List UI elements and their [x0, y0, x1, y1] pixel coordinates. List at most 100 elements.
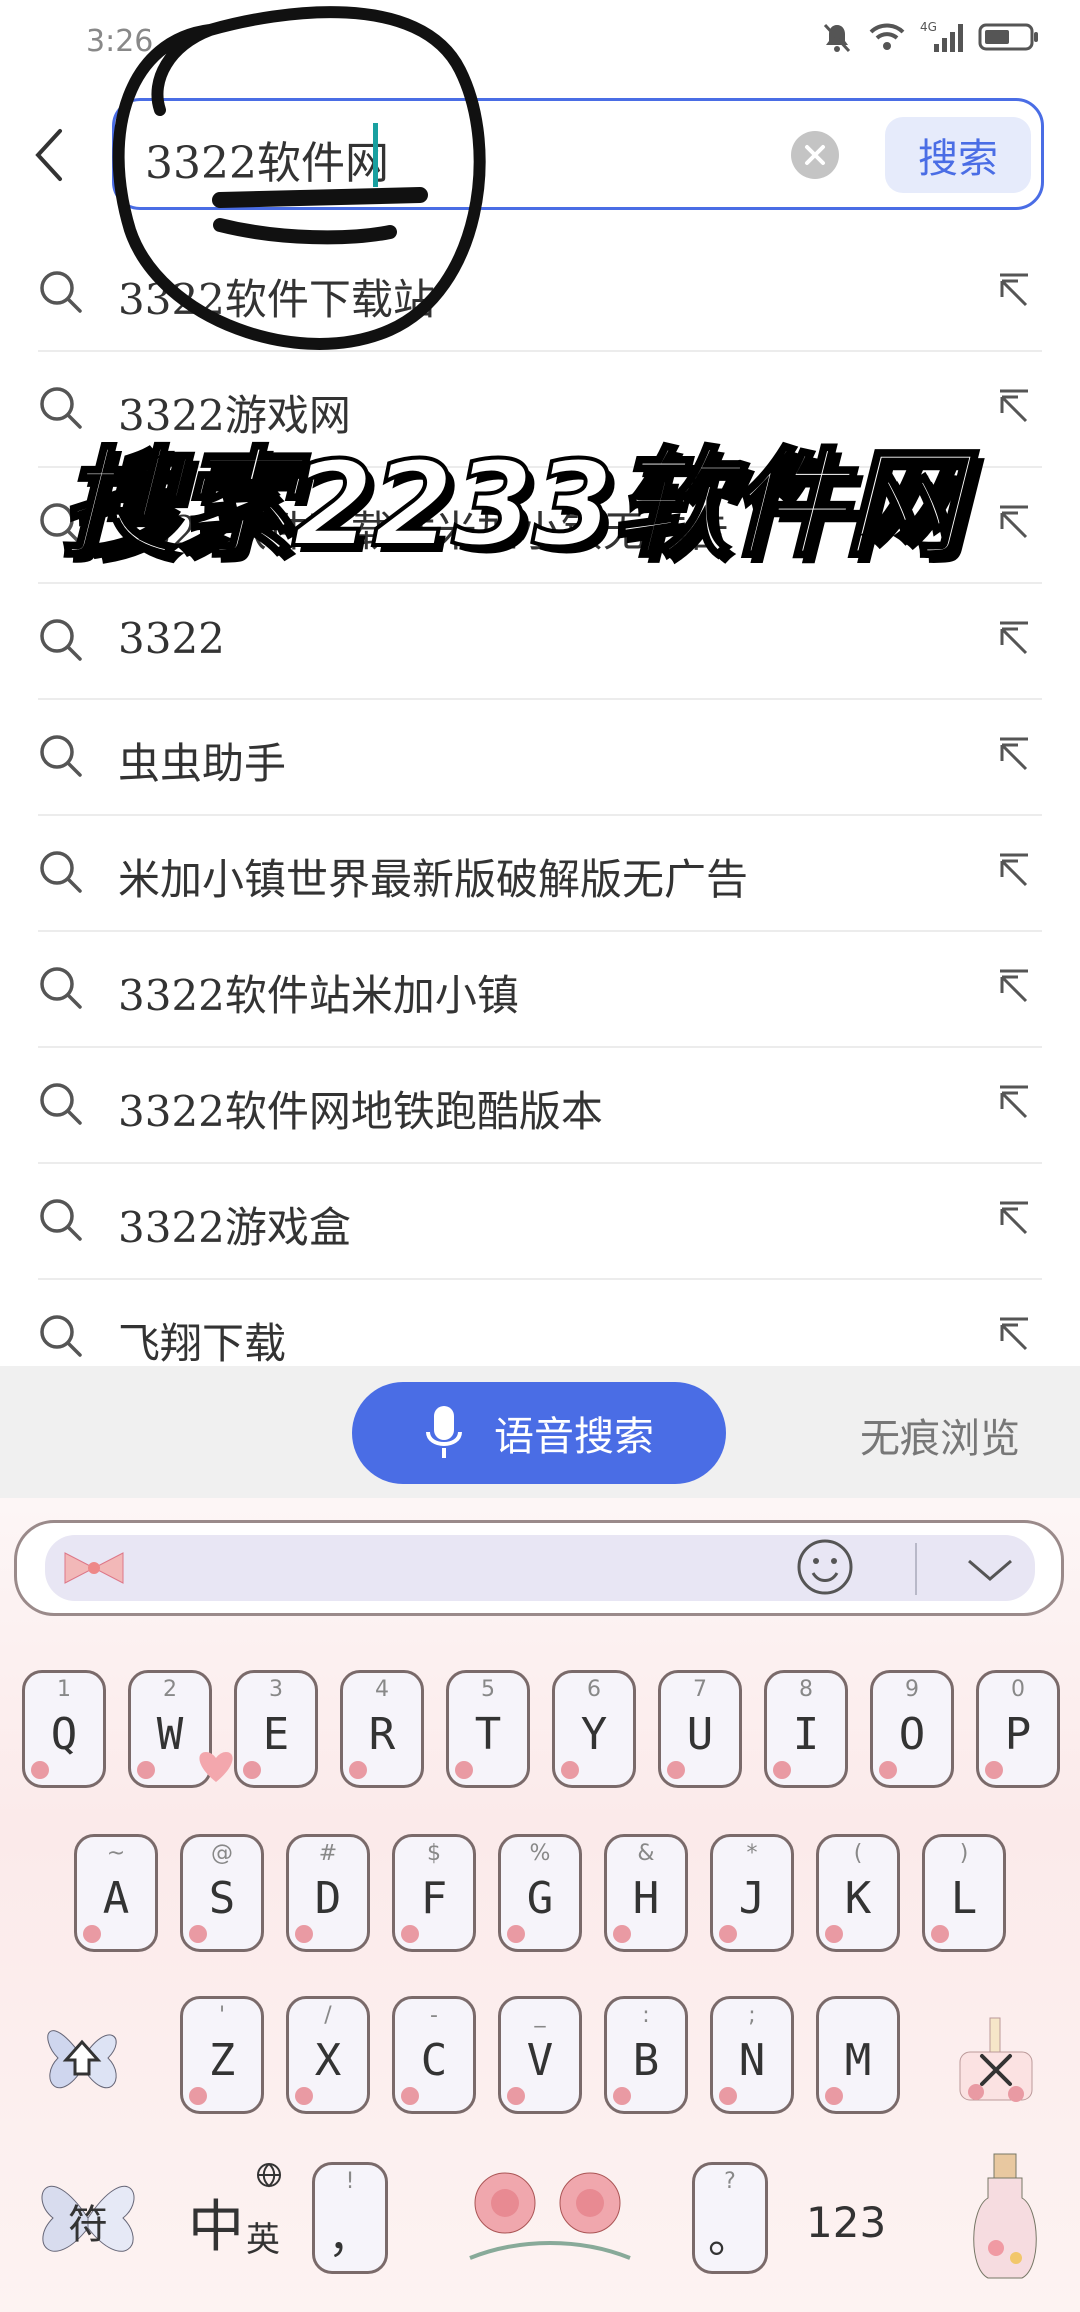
key-z[interactable]: ' Z	[180, 1996, 264, 2114]
key-s[interactable]: @ S	[180, 1834, 264, 1952]
suggestion-item[interactable]: 3322游戏盒	[38, 1164, 1042, 1280]
shift-key[interactable]	[38, 1998, 128, 2118]
numbers-key[interactable]: 123	[800, 2158, 910, 2278]
rose-decoration	[349, 1761, 367, 1779]
language-switch-key[interactable]: 中 英	[178, 2158, 298, 2278]
key-label: P	[1004, 1709, 1032, 1760]
suggestion-text: 3322软件网地铁跑酷版本	[118, 1087, 603, 1136]
suggestion-item[interactable]: 3322软件站米加小镇	[38, 932, 1042, 1048]
arrow-up-left-icon[interactable]	[992, 271, 1032, 311]
delete-key[interactable]	[946, 1998, 1046, 2118]
suggestion-item[interactable]: 米加小镇世界最新版破解版无广告	[38, 816, 1042, 932]
key-label: V	[526, 2035, 554, 2086]
rose-decoration	[507, 2087, 525, 2105]
key-j[interactable]: * J	[710, 1834, 794, 1952]
key-c[interactable]: -C	[392, 1996, 476, 2114]
heart-icon	[199, 1752, 233, 1782]
rose-decoration	[189, 1925, 207, 1943]
arrow-up-left-icon[interactable]	[992, 1083, 1032, 1123]
key-m[interactable]: M	[816, 1996, 900, 2114]
suggestion-item[interactable]: 3322	[38, 584, 1042, 700]
key-h[interactable]: & H	[604, 1834, 688, 1952]
voice-search-button[interactable]: 语音搜索	[352, 1382, 726, 1484]
rose-decoration	[83, 1925, 101, 1943]
key-label: S	[208, 1873, 236, 1924]
key-t[interactable]: 5T	[446, 1670, 530, 1788]
arrow-up-left-icon[interactable]	[992, 619, 1032, 659]
bow-icon	[64, 1552, 124, 1584]
key-i[interactable]: 8I	[764, 1670, 848, 1788]
key-d[interactable]: # D	[286, 1834, 370, 1952]
key-alt-label: /	[324, 2003, 332, 2028]
emoji-icon[interactable]	[795, 1537, 855, 1597]
comma-key-label: ，	[328, 2212, 372, 2263]
period-key[interactable]: ? 。	[692, 2162, 768, 2274]
key-o[interactable]: 9O	[870, 1670, 954, 1788]
search-icon	[40, 1199, 82, 1241]
rose-decoration	[295, 2087, 313, 2105]
key-alt-label: 3	[269, 1677, 283, 1702]
key-q[interactable]: 1Q	[22, 1670, 106, 1788]
key-k[interactable]: (K	[816, 1834, 900, 1952]
key-label: D	[314, 1873, 342, 1924]
key-alt-label: #	[318, 1841, 338, 1866]
key-label: H	[632, 1873, 660, 1924]
incognito-button[interactable]: 无痕浏览	[860, 1406, 1020, 1464]
comma-key-alt: !	[345, 2169, 355, 2194]
key-alt-label: *	[746, 1841, 758, 1866]
arrow-up-left-icon[interactable]	[992, 387, 1032, 427]
rose-decoration	[985, 1761, 1003, 1779]
key-u[interactable]: 7U	[658, 1670, 742, 1788]
rose-decoration	[31, 1761, 49, 1779]
key-label: C	[420, 2035, 448, 2086]
rose-decoration	[773, 1761, 791, 1779]
suggestion-item[interactable]: 虫虫助手	[38, 700, 1042, 816]
arrow-up-left-icon[interactable]	[992, 851, 1032, 891]
key-g[interactable]: % G	[498, 1834, 582, 1952]
key-f[interactable]: $ F	[392, 1834, 476, 1952]
arrow-up-left-icon[interactable]	[992, 503, 1032, 543]
rose-decoration	[401, 1925, 419, 1943]
key-y[interactable]: 6Y	[552, 1670, 636, 1788]
key-label: Z	[208, 2035, 236, 2086]
mute-icon	[823, 23, 851, 53]
rose-decoration	[719, 2087, 737, 2105]
key-label: O	[898, 1709, 926, 1760]
key-v[interactable]: _ V	[498, 1996, 582, 2114]
arrow-up-left-icon[interactable]	[992, 1199, 1032, 1239]
key-label: L	[950, 1873, 978, 1924]
key-alt-label: 1	[57, 1677, 71, 1702]
key-a[interactable]: ~ A	[74, 1834, 158, 1952]
search-icon	[40, 851, 82, 893]
comma-key[interactable]: ! ，	[312, 2162, 388, 2274]
rose-decoration	[189, 2087, 207, 2105]
rose-decoration	[613, 1925, 631, 1943]
key-label: F	[420, 1873, 448, 1924]
arrow-up-left-icon[interactable]	[992, 967, 1032, 1007]
suggestion-text: 3322游戏盒	[118, 1203, 351, 1252]
close-icon	[805, 145, 825, 165]
enter-key[interactable]	[960, 2148, 1050, 2288]
key-l[interactable]: ) L	[922, 1834, 1006, 1952]
search-button[interactable]: 搜索	[885, 117, 1031, 193]
key-x[interactable]: / X	[286, 1996, 370, 2114]
shift-arrow-icon	[62, 2039, 102, 2076]
suggestion-item[interactable]: 3322软件网地铁跑酷版本	[38, 1048, 1042, 1164]
arrow-up-left-icon[interactable]	[992, 1315, 1032, 1355]
space-key[interactable]	[450, 2148, 650, 2278]
scribble-annotation	[112, 6, 486, 350]
clear-search-button[interactable]	[791, 131, 839, 179]
key-e[interactable]: 3E	[234, 1670, 318, 1788]
key-b[interactable]: :B	[604, 1996, 688, 2114]
key-r[interactable]: 4R	[340, 1670, 424, 1788]
key-label: B	[632, 2035, 660, 2086]
numbers-key-label: 123	[806, 2198, 887, 2247]
symbol-key[interactable]: 符	[28, 2158, 148, 2278]
key-n[interactable]: ; N	[710, 1996, 794, 2114]
key-alt-label: 6	[587, 1677, 601, 1702]
rose-decoration	[243, 1761, 261, 1779]
key-p[interactable]: 0P	[976, 1670, 1060, 1788]
arrow-up-left-icon[interactable]	[992, 735, 1032, 775]
chevron-down-icon[interactable]	[965, 1555, 1015, 1585]
key-label: T	[474, 1709, 502, 1760]
